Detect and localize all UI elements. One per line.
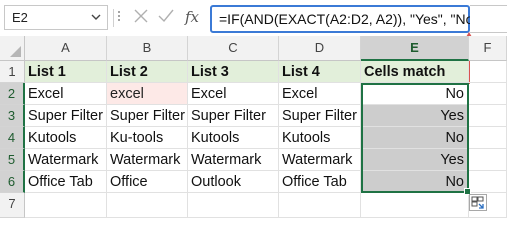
- cell-f2[interactable]: [469, 83, 507, 105]
- cell-c2[interactable]: Excel: [188, 83, 279, 105]
- selection-border: [361, 83, 469, 193]
- row-header-2[interactable]: 2: [0, 83, 25, 105]
- chevron-down-icon[interactable]: [91, 14, 101, 21]
- cell-b6[interactable]: Office: [107, 171, 188, 193]
- cell-a4[interactable]: Kutools: [25, 127, 107, 149]
- cell-b5[interactable]: Watermark: [107, 149, 188, 171]
- cell-a6[interactable]: Office Tab: [25, 171, 107, 193]
- formula-bar-extension[interactable]: [470, 5, 507, 33]
- row-header-4[interactable]: 4: [0, 127, 25, 149]
- formula-bar-divider: [113, 9, 114, 27]
- cell-b7[interactable]: [107, 193, 188, 218]
- row-header-6[interactable]: 6: [0, 171, 25, 193]
- column-header-f[interactable]: F: [469, 36, 507, 61]
- row-header-1[interactable]: 1: [0, 61, 25, 83]
- cell-f5[interactable]: [469, 149, 507, 171]
- column-header-a[interactable]: A: [25, 36, 107, 61]
- cell-a7[interactable]: [25, 193, 107, 218]
- insert-function-button[interactable]: fx: [180, 5, 204, 29]
- cell-a1[interactable]: List 1: [25, 61, 107, 83]
- cell-c4[interactable]: Kutools: [188, 127, 279, 149]
- resize-grip-icon[interactable]: [117, 9, 121, 27]
- cell-b3[interactable]: Super Filter: [107, 105, 188, 127]
- select-all-corner[interactable]: [0, 36, 25, 61]
- cancel-icon[interactable]: [132, 7, 150, 25]
- cell-c7[interactable]: [188, 193, 279, 218]
- quick-analysis-icon[interactable]: [469, 194, 487, 211]
- cell-c6[interactable]: Outlook: [188, 171, 279, 193]
- formula-text: =IF(AND(EXACT(A2:D2, A2)), "Yes", "No"): [219, 11, 484, 27]
- cell-e7[interactable]: [361, 193, 469, 218]
- cell-d1[interactable]: List 4: [279, 61, 361, 83]
- cell-d3[interactable]: Super Filter: [279, 105, 361, 127]
- column-header-e[interactable]: E: [361, 36, 469, 61]
- cell-d6[interactable]: Office Tab: [279, 171, 361, 193]
- formula-input[interactable]: =IF(AND(EXACT(A2:D2, A2)), "Yes", "No"): [210, 5, 483, 33]
- cell-d7[interactable]: [279, 193, 361, 218]
- cell-b2[interactable]: excel: [107, 83, 188, 105]
- row-header-5[interactable]: 5: [0, 149, 25, 171]
- cell-f6[interactable]: [469, 171, 507, 193]
- cell-d2[interactable]: Excel: [279, 83, 361, 105]
- cell-b1[interactable]: List 2: [107, 61, 188, 83]
- cell-c3[interactable]: Super Filter: [188, 105, 279, 127]
- row-header-7[interactable]: 7: [0, 193, 25, 218]
- row-header-3[interactable]: 3: [0, 105, 25, 127]
- column-header-c[interactable]: C: [188, 36, 279, 61]
- cell-b4[interactable]: Ku-tools: [107, 127, 188, 149]
- name-box-value: E2: [12, 10, 28, 25]
- cell-c1[interactable]: List 3: [188, 61, 279, 83]
- check-icon[interactable]: [157, 7, 175, 25]
- cell-c5[interactable]: Watermark: [188, 149, 279, 171]
- cell-a3[interactable]: Super Filter: [25, 105, 107, 127]
- cell-a5[interactable]: Watermark: [25, 149, 107, 171]
- cell-f1[interactable]: [469, 61, 507, 83]
- column-header-b[interactable]: B: [107, 36, 188, 61]
- name-box[interactable]: E2: [4, 5, 108, 30]
- cell-f4[interactable]: [469, 127, 507, 149]
- cell-d5[interactable]: Watermark: [279, 149, 361, 171]
- column-header-d[interactable]: D: [279, 36, 361, 61]
- cell-f3[interactable]: [469, 105, 507, 127]
- cell-d4[interactable]: Kutools: [279, 127, 361, 149]
- cell-a2[interactable]: Excel: [25, 83, 107, 105]
- cell-e1[interactable]: Cells match: [361, 61, 469, 83]
